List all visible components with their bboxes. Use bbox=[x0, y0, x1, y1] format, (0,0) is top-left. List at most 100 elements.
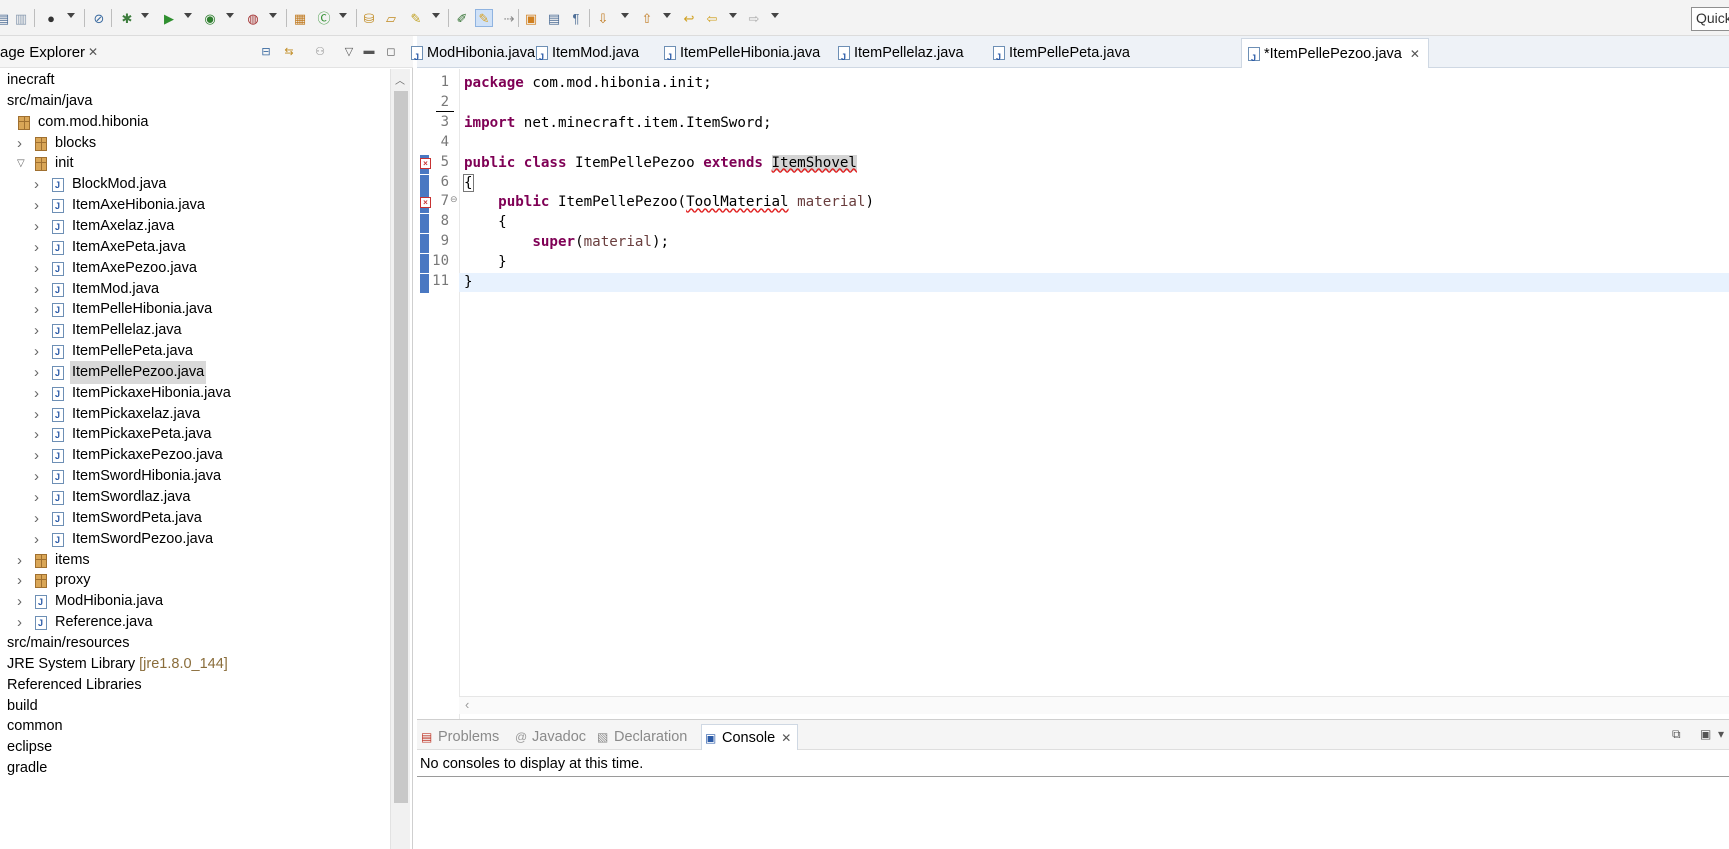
tree-item[interactable]: gradle bbox=[0, 757, 390, 780]
editor-tab[interactable]: ItemMod.java bbox=[530, 38, 639, 72]
tree-item[interactable]: build bbox=[0, 695, 390, 718]
toggle-annotation-icon[interactable]: ✐ bbox=[453, 9, 471, 27]
tree-item[interactable]: › ItemPelleHibonia.java bbox=[0, 298, 390, 322]
chevron-right-icon[interactable]: › bbox=[34, 173, 39, 196]
chevron-right-icon[interactable]: › bbox=[34, 444, 39, 467]
profile-icon[interactable]: ● bbox=[42, 9, 60, 27]
editor-tab[interactable]: *ItemPellePezoo.java ✕ bbox=[1241, 38, 1429, 73]
chevron-right-icon[interactable]: › bbox=[17, 590, 22, 613]
chevron-right-icon[interactable]: › bbox=[34, 298, 39, 321]
chevron-right-icon[interactable]: › bbox=[17, 132, 22, 155]
tree-item[interactable]: › proxy bbox=[0, 569, 390, 592]
error-icon[interactable]: × bbox=[420, 197, 431, 209]
open-type-icon[interactable]: ⛁ bbox=[360, 9, 378, 27]
minimize-icon[interactable]: ▬ bbox=[361, 43, 377, 59]
profile-dropdown-icon[interactable] bbox=[67, 13, 75, 18]
external-tools-icon[interactable]: ◍ bbox=[244, 9, 262, 27]
code-line[interactable]: public class ItemPellePezoo extends Item… bbox=[464, 154, 857, 173]
chevron-right-icon[interactable]: › bbox=[34, 382, 39, 405]
tree-item[interactable]: › ModHibonia.java bbox=[0, 590, 390, 614]
next-annotation-dropdown-icon[interactable] bbox=[621, 13, 629, 18]
chevron-right-icon[interactable]: › bbox=[34, 194, 39, 217]
save-icon[interactable]: ▤ bbox=[0, 9, 12, 27]
run-icon[interactable]: ▶ bbox=[160, 9, 178, 27]
chevron-up-icon[interactable]: ︿ bbox=[395, 72, 405, 87]
tree-item[interactable]: › ItemAxelaz.java bbox=[0, 215, 390, 239]
tree-item[interactable]: eclipse bbox=[0, 736, 390, 759]
chevron-right-icon[interactable]: › bbox=[34, 403, 39, 426]
skip-breakpoints-icon[interactable]: ⊘ bbox=[90, 9, 108, 27]
back-dropdown-icon[interactable] bbox=[729, 13, 737, 18]
code-line[interactable]: super(material); bbox=[464, 233, 669, 252]
debug-dropdown-icon[interactable] bbox=[141, 13, 149, 18]
code-line[interactable]: { bbox=[464, 213, 507, 232]
tree-item[interactable]: › items bbox=[0, 549, 390, 572]
previous-annotation-icon[interactable]: ⇧ bbox=[638, 9, 656, 27]
tree-item[interactable]: › ItemPellelaz.java bbox=[0, 319, 390, 343]
editor-tab[interactable]: ModHibonia.java bbox=[405, 38, 535, 72]
coverage-dropdown-icon[interactable] bbox=[226, 13, 234, 18]
chevron-right-icon[interactable]: › bbox=[34, 257, 39, 280]
tree-item[interactable]: › Reference.java bbox=[0, 611, 390, 635]
external-tools-dropdown-icon[interactable] bbox=[269, 13, 277, 18]
chevron-right-icon[interactable]: › bbox=[17, 569, 22, 592]
search-dropdown-icon[interactable] bbox=[432, 13, 440, 18]
console-tab[interactable]: ▤ Problems bbox=[418, 724, 499, 750]
tree-item[interactable]: › ItemAxeHibonia.java bbox=[0, 194, 390, 218]
save-all-icon[interactable]: ▥ bbox=[12, 9, 30, 27]
open-folder-icon[interactable]: ▱ bbox=[382, 9, 400, 27]
chevron-right-icon[interactable]: › bbox=[34, 361, 39, 384]
collapse-all-icon[interactable]: ⊟ bbox=[258, 43, 274, 59]
close-icon[interactable]: ✕ bbox=[88, 45, 98, 59]
quick-access-input[interactable]: Quick bbox=[1691, 7, 1729, 31]
new-class-dropdown-icon[interactable] bbox=[339, 13, 347, 18]
package-explorer-title[interactable]: age Explorer bbox=[0, 44, 85, 61]
new-java-package-icon[interactable]: ▦ bbox=[291, 9, 309, 27]
code-line[interactable]: public ItemPellePezoo(ToolMaterial mater… bbox=[464, 193, 874, 212]
error-icon[interactable]: × bbox=[420, 157, 431, 169]
chevron-left-icon[interactable]: ‹ bbox=[465, 697, 469, 712]
close-icon[interactable]: ✕ bbox=[781, 731, 791, 745]
chevron-right-icon[interactable]: › bbox=[34, 215, 39, 238]
tree-item[interactable]: Referenced Libraries bbox=[0, 674, 390, 697]
forward-icon[interactable]: ⇨ bbox=[745, 9, 763, 27]
tree-item[interactable]: › ItemPellePeta.java bbox=[0, 340, 390, 364]
run-dropdown-icon[interactable] bbox=[184, 13, 192, 18]
tree-item[interactable]: common bbox=[0, 715, 390, 738]
show-paragraph-icon[interactable]: ¶ bbox=[567, 9, 585, 27]
view-menu-icon[interactable]: ▽ bbox=[341, 43, 357, 59]
tree-item[interactable]: › ItemAxePeta.java bbox=[0, 236, 390, 260]
console-tab[interactable]: ▣ Console ✕ bbox=[701, 724, 799, 750]
chevron-right-icon[interactable]: › bbox=[17, 549, 22, 572]
tree-scrollbar[interactable]: ︿ bbox=[390, 69, 410, 849]
tree-item[interactable]: src/main/java bbox=[0, 90, 390, 113]
tree-item[interactable]: inecraft bbox=[0, 69, 390, 92]
tree-item[interactable]: ▽ init bbox=[0, 152, 390, 175]
chevron-right-icon[interactable]: › bbox=[34, 319, 39, 342]
editor-tab[interactable]: ItemPellelaz.java bbox=[832, 38, 964, 72]
tree-item[interactable]: JRE System Library [jre1.8.0_144] bbox=[0, 653, 390, 676]
next-annotation-icon[interactable]: ⇩ bbox=[594, 9, 612, 27]
fold-icon[interactable]: ⊖ bbox=[450, 194, 458, 205]
code-line[interactable]: import net.minecraft.item.ItemSword; bbox=[464, 114, 772, 133]
last-edit-location-icon[interactable]: ↩ bbox=[680, 9, 698, 27]
code-area[interactable]: package com.mod.hibonia.init; import net.… bbox=[436, 69, 1729, 731]
tree-item[interactable]: com.mod.hibonia bbox=[0, 111, 390, 134]
focus-icon[interactable]: ⚇ bbox=[312, 43, 328, 59]
tree-item[interactable]: › ItemPellePezoo.java bbox=[0, 360, 390, 385]
console-tab[interactable]: @ Javadoc bbox=[512, 724, 586, 750]
tree-item[interactable]: › ItemSwordHibonia.java bbox=[0, 465, 390, 489]
tree-item[interactable]: › ItemPickaxeHibonia.java bbox=[0, 382, 390, 406]
tree-item[interactable]: › ItemPickaxePezoo.java bbox=[0, 444, 390, 468]
code-line[interactable]: package com.mod.hibonia.init; bbox=[464, 74, 712, 93]
tree-item[interactable]: › ItemSwordPeta.java bbox=[0, 507, 390, 531]
horizontal-scrollbar[interactable]: ‹ bbox=[459, 696, 1729, 714]
previous-annotation-dropdown-icon[interactable] bbox=[663, 13, 671, 18]
new-java-class-icon[interactable]: Ⓒ bbox=[315, 9, 333, 27]
tree-item[interactable]: › ItemSwordPezoo.java bbox=[0, 528, 390, 552]
chevron-right-icon[interactable]: › bbox=[34, 278, 39, 301]
back-icon[interactable]: ⇦ bbox=[703, 9, 721, 27]
chevron-right-icon[interactable]: › bbox=[17, 611, 22, 634]
link-with-editor-icon[interactable]: ⇆ bbox=[281, 43, 297, 59]
tree-item[interactable]: › ItemPickaxePeta.java bbox=[0, 423, 390, 447]
